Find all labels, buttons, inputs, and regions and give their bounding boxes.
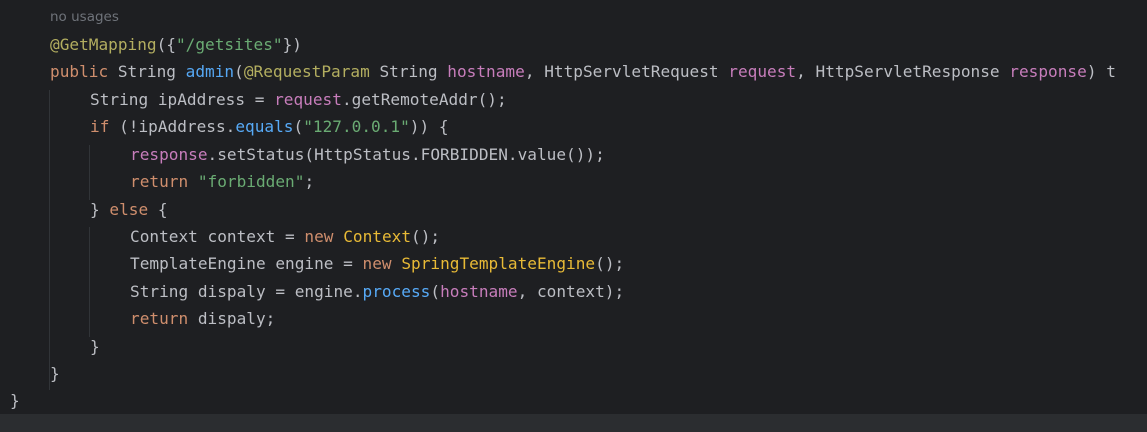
code-line-6[interactable]: return "forbidden"; <box>130 168 314 195</box>
code-token: request <box>274 90 342 109</box>
code-line-13[interactable]: } <box>50 360 60 387</box>
code-token: new <box>304 227 334 246</box>
code-token: { <box>148 200 168 219</box>
code-token: )) { <box>409 117 449 136</box>
code-line-2[interactable]: public String admin(@RequestParam String… <box>50 58 1116 85</box>
code-token: String ipAddress = <box>90 90 275 109</box>
code-token: , HttpServletResponse <box>796 62 1010 81</box>
indent-guide-3 <box>89 227 90 337</box>
code-token: ) t <box>1086 62 1116 81</box>
code-line-10[interactable]: String dispaly = engine.process(hostname… <box>130 278 624 305</box>
code-token: .getRemoteAddr(); <box>341 90 507 109</box>
code-token: "/getsites" <box>175 35 283 54</box>
code-token: SpringTemplateEngine <box>401 254 596 273</box>
code-token: public <box>50 62 109 81</box>
code-token: } <box>90 200 110 219</box>
code-token: @RequestParam <box>243 62 370 81</box>
code-token: String <box>108 62 186 81</box>
code-token: hostname <box>447 62 525 81</box>
code-token: } <box>50 364 60 383</box>
code-token: else <box>109 200 149 219</box>
code-line-5[interactable]: response.setStatus(HttpStatus.FORBIDDEN.… <box>130 141 605 168</box>
code-token: , context); <box>517 282 625 301</box>
code-token: return <box>130 172 189 191</box>
code-line-3[interactable]: String ipAddress = request.getRemoteAddr… <box>90 86 507 113</box>
code-token: response <box>1009 62 1087 81</box>
code-token: (); <box>411 227 441 246</box>
code-token: process <box>362 282 431 301</box>
code-line-12[interactable]: } <box>90 333 100 360</box>
bottom-panel-edge <box>0 414 1147 432</box>
code-token: @GetMapping <box>50 35 157 54</box>
code-token: hostname <box>440 282 518 301</box>
indent-guide-2 <box>89 145 90 200</box>
code-token: }) <box>282 35 302 54</box>
code-line-11[interactable]: return dispaly; <box>130 305 275 332</box>
code-token: ; <box>304 172 315 191</box>
code-token: (); <box>595 254 625 273</box>
code-token: Context <box>343 227 412 246</box>
code-token: } <box>90 337 100 356</box>
code-token: String dispaly = engine. <box>130 282 363 301</box>
code-token: , HttpServletRequest <box>524 62 729 81</box>
code-token: .setStatus(HttpStatus.FORBIDDEN.value())… <box>207 145 605 164</box>
code-token: dispaly; <box>188 309 276 328</box>
code-token: admin <box>185 62 235 81</box>
code-token: String <box>369 62 448 81</box>
code-line-14[interactable]: } <box>10 387 20 414</box>
code-token: "forbidden" <box>197 172 305 191</box>
code-token: ( <box>430 282 441 301</box>
code-line-7[interactable]: } else { <box>90 196 168 223</box>
code-token: ({ <box>156 35 176 54</box>
code-line-9[interactable]: TemplateEngine engine = new SpringTempla… <box>130 250 624 277</box>
code-token: if <box>90 117 110 136</box>
code-token: equals <box>235 117 294 136</box>
indent-guide-1 <box>49 90 50 390</box>
code-token: (!ipAddress. <box>109 117 236 136</box>
code-token: ( <box>293 117 304 136</box>
code-token: TemplateEngine engine = <box>130 254 363 273</box>
code-line-1[interactable]: @GetMapping({"/getsites"}) <box>50 31 302 58</box>
code-line-4[interactable]: if (!ipAddress.equals("127.0.0.1")) { <box>90 113 449 140</box>
code-token: ( <box>234 62 244 81</box>
code-token: } <box>10 391 20 410</box>
code-token: new <box>362 254 392 273</box>
code-token: Context context = <box>130 227 305 246</box>
code-editor[interactable]: no usages @GetMapping({"/getsites"}) pub… <box>0 0 1147 432</box>
code-token: return <box>130 309 189 328</box>
code-token: "127.0.0.1" <box>303 117 410 136</box>
code-token: request <box>728 62 797 81</box>
usage-hint[interactable]: no usages <box>50 5 119 29</box>
code-token: response <box>130 145 208 164</box>
code-line-8[interactable]: Context context = new Context(); <box>130 223 440 250</box>
